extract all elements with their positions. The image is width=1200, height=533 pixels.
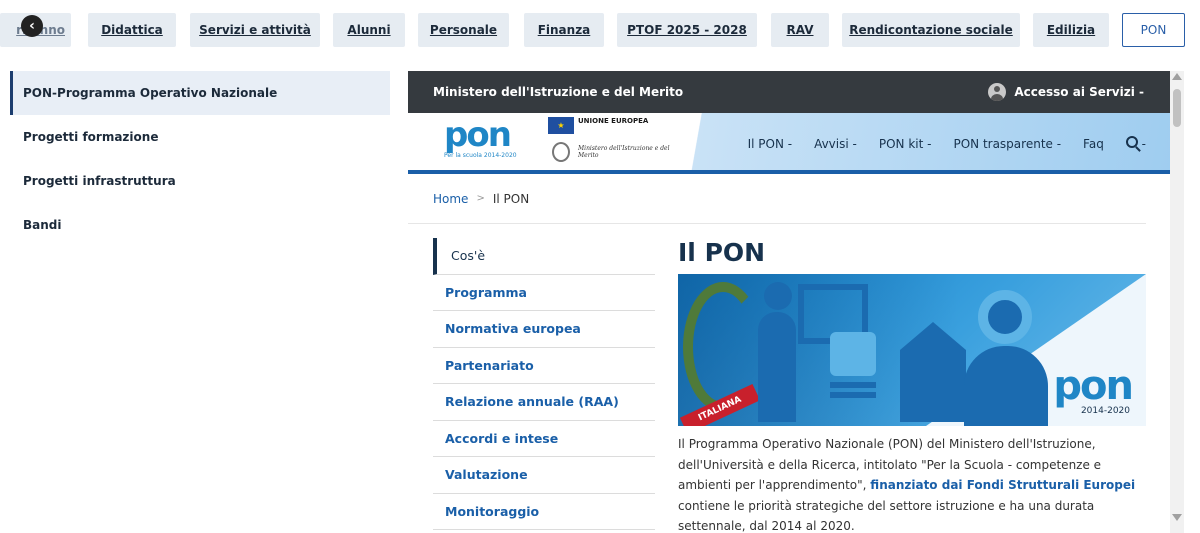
tab-label: Personale: [429, 23, 498, 37]
ministero-text: Ministero dell'Istruzione e del Merito: [578, 145, 670, 159]
hero-pon-years: 2014-2020: [1080, 406, 1130, 416]
section-nav-label: Relazione annuale (RAA): [445, 394, 619, 410]
intro-text-cont: contiene le priorità strategiche del set…: [678, 498, 1095, 533]
sidebar-item-bandi[interactable]: Bandi: [10, 203, 390, 247]
menu-pon-trasparente[interactable]: PON trasparente -: [953, 137, 1061, 151]
tab-personale[interactable]: Personale: [418, 13, 509, 47]
book-icon: [830, 392, 876, 398]
intro-paragraph: Il Programma Operativo Nazionale (PON) d…: [678, 434, 1146, 533]
scroll-left-button[interactable]: ‹: [21, 15, 43, 37]
section-nav-label: Accordi e intese: [445, 430, 559, 446]
menu-pon-kit[interactable]: PON kit -: [879, 137, 932, 151]
section-nav-programma[interactable]: Programma: [433, 275, 655, 311]
chevron-left-icon: ‹: [29, 18, 35, 34]
site-header: pon Per la scuola 2014-2020 ★ UNIONE EUR…: [408, 113, 1170, 174]
sidebar-item-label: Bandi: [23, 218, 62, 232]
tab-label: PON: [1140, 23, 1167, 37]
section-nav-accordi[interactable]: Accordi e intese: [433, 421, 655, 457]
section-nav-valutazione[interactable]: Valutazione: [433, 457, 655, 494]
section-nav-partenariato[interactable]: Partenariato: [433, 348, 655, 384]
search-suffix: -: [1141, 137, 1146, 151]
eu-ministry-logos: ★ UNIONE EUROPEA Ministero dell'Istruzio…: [548, 117, 678, 167]
pon-logo[interactable]: pon Per la scuola 2014-2020: [444, 118, 522, 166]
tab-label: Alunni: [347, 23, 391, 37]
section-nav-normativa[interactable]: Normativa europea: [433, 311, 655, 348]
tab-finanza[interactable]: Finanza: [524, 13, 604, 47]
republic-emblem-icon: [552, 142, 570, 162]
access-services-button[interactable]: Accesso ai Servizi -: [988, 83, 1144, 101]
embedded-page: Ministero dell'Istruzione e del Merito A…: [408, 71, 1170, 533]
tab-label: PTOF 2025 - 2028: [627, 23, 747, 37]
eu-text: UNIONE EUROPEA: [578, 117, 649, 125]
tab-label: RAV: [786, 23, 814, 37]
tab-didattica[interactable]: Didattica: [88, 13, 176, 47]
pon-logo-text: pon: [444, 115, 512, 155]
section-nav-cose[interactable]: Cos'è: [433, 238, 655, 275]
tab-label: Edilizia: [1046, 23, 1096, 37]
student-icon: [964, 346, 1048, 426]
sidebar-item-progetti-infrastruttura[interactable]: Progetti infrastruttura: [10, 159, 390, 203]
scrollbar[interactable]: [1170, 71, 1184, 533]
search-icon: [1125, 136, 1138, 148]
teacher-icon: [758, 312, 796, 422]
breadcrumb-current: Il PON: [492, 191, 530, 206]
fondi-link[interactable]: finanziato dai Fondi Strutturali Europei: [870, 478, 1135, 492]
hero-pon-logo: pon: [1053, 363, 1134, 409]
tab-label: Servizi e attività: [199, 23, 311, 37]
breadcrumb-separator: >: [476, 193, 485, 204]
section-nav-monitoraggio[interactable]: Monitoraggio: [433, 494, 655, 530]
tab-alunni[interactable]: Alunni: [333, 13, 405, 47]
flask-icon: [830, 332, 876, 376]
section-nav-label: Monitoraggio: [445, 503, 540, 519]
section-nav-label: Cos'è: [451, 248, 486, 264]
section-nav-label: Programma: [445, 284, 527, 300]
scroll-up-arrow-icon[interactable]: [1172, 73, 1182, 80]
search-button[interactable]: -: [1125, 136, 1146, 151]
eu-flag-icon: ★: [548, 117, 574, 134]
tab-ptof[interactable]: PTOF 2025 - 2028: [617, 13, 757, 47]
tab-servizi[interactable]: Servizi e attività: [190, 13, 320, 47]
ministry-link[interactable]: Ministero dell'Istruzione e del Merito: [433, 85, 683, 99]
tab-label: Didattica: [101, 23, 163, 37]
pon-logo-sub: Per la scuola 2014-2020: [444, 152, 517, 159]
tab-rendicontazione[interactable]: Rendicontazione sociale: [842, 13, 1020, 47]
menu-il-pon[interactable]: Il PON -: [748, 137, 793, 151]
sidebar-item-label: Progetti infrastruttura: [23, 174, 176, 188]
section-nav-label: Normativa europea: [445, 321, 581, 337]
user-icon: [988, 83, 1007, 101]
main-menu: Il PON - Avvisi - PON kit - PON traspare…: [748, 113, 1146, 174]
breadcrumb-home[interactable]: Home: [433, 192, 468, 206]
access-label: Accesso ai Servizi -: [1014, 85, 1144, 99]
tab-rav[interactable]: RAV: [771, 13, 829, 47]
ministry-bar: Ministero dell'Istruzione e del Merito A…: [408, 71, 1170, 113]
section-nav: Cos'è Programma Normativa europea Parten…: [433, 238, 655, 530]
sidebar-item-pon[interactable]: PON-Programma Operativo Nazionale: [10, 71, 390, 115]
top-nav: ri Anno ‹ Didattica Servizi e attività A…: [0, 0, 1200, 60]
section-nav-label: Partenariato: [445, 357, 534, 373]
page-title: Il PON: [678, 238, 766, 267]
breadcrumb: Home > Il PON: [408, 174, 1146, 224]
teacher-head-icon: [764, 282, 792, 310]
tab-label: Finanza: [537, 23, 591, 37]
tab-edilizia[interactable]: Edilizia: [1033, 13, 1109, 47]
sidebar-item-label: PON-Programma Operativo Nazionale: [23, 86, 278, 100]
sidebar-item-label: Progetti formazione: [23, 130, 159, 144]
scroll-thumb[interactable]: [1173, 89, 1181, 127]
scroll-down-arrow-icon[interactable]: [1172, 514, 1182, 521]
menu-avvisi[interactable]: Avvisi -: [814, 137, 857, 151]
book-icon: [830, 382, 876, 388]
sidebar: PON-Programma Operativo Nazionale Proget…: [10, 71, 390, 247]
menu-faq[interactable]: Faq: [1083, 137, 1104, 151]
hero-image: ITALIANA pon 2014-2020: [678, 274, 1146, 426]
sidebar-item-progetti-formazione[interactable]: Progetti formazione: [10, 115, 390, 159]
tab-pon[interactable]: PON: [1122, 13, 1185, 47]
main-article: Il PON ITALIANA pon 2014-2020 Il Program…: [678, 238, 1146, 533]
gear-icon: [978, 290, 1032, 344]
section-nav-relazione[interactable]: Relazione annuale (RAA): [433, 384, 655, 421]
section-nav-label: Valutazione: [445, 467, 528, 483]
tab-label: Rendicontazione sociale: [849, 23, 1013, 37]
